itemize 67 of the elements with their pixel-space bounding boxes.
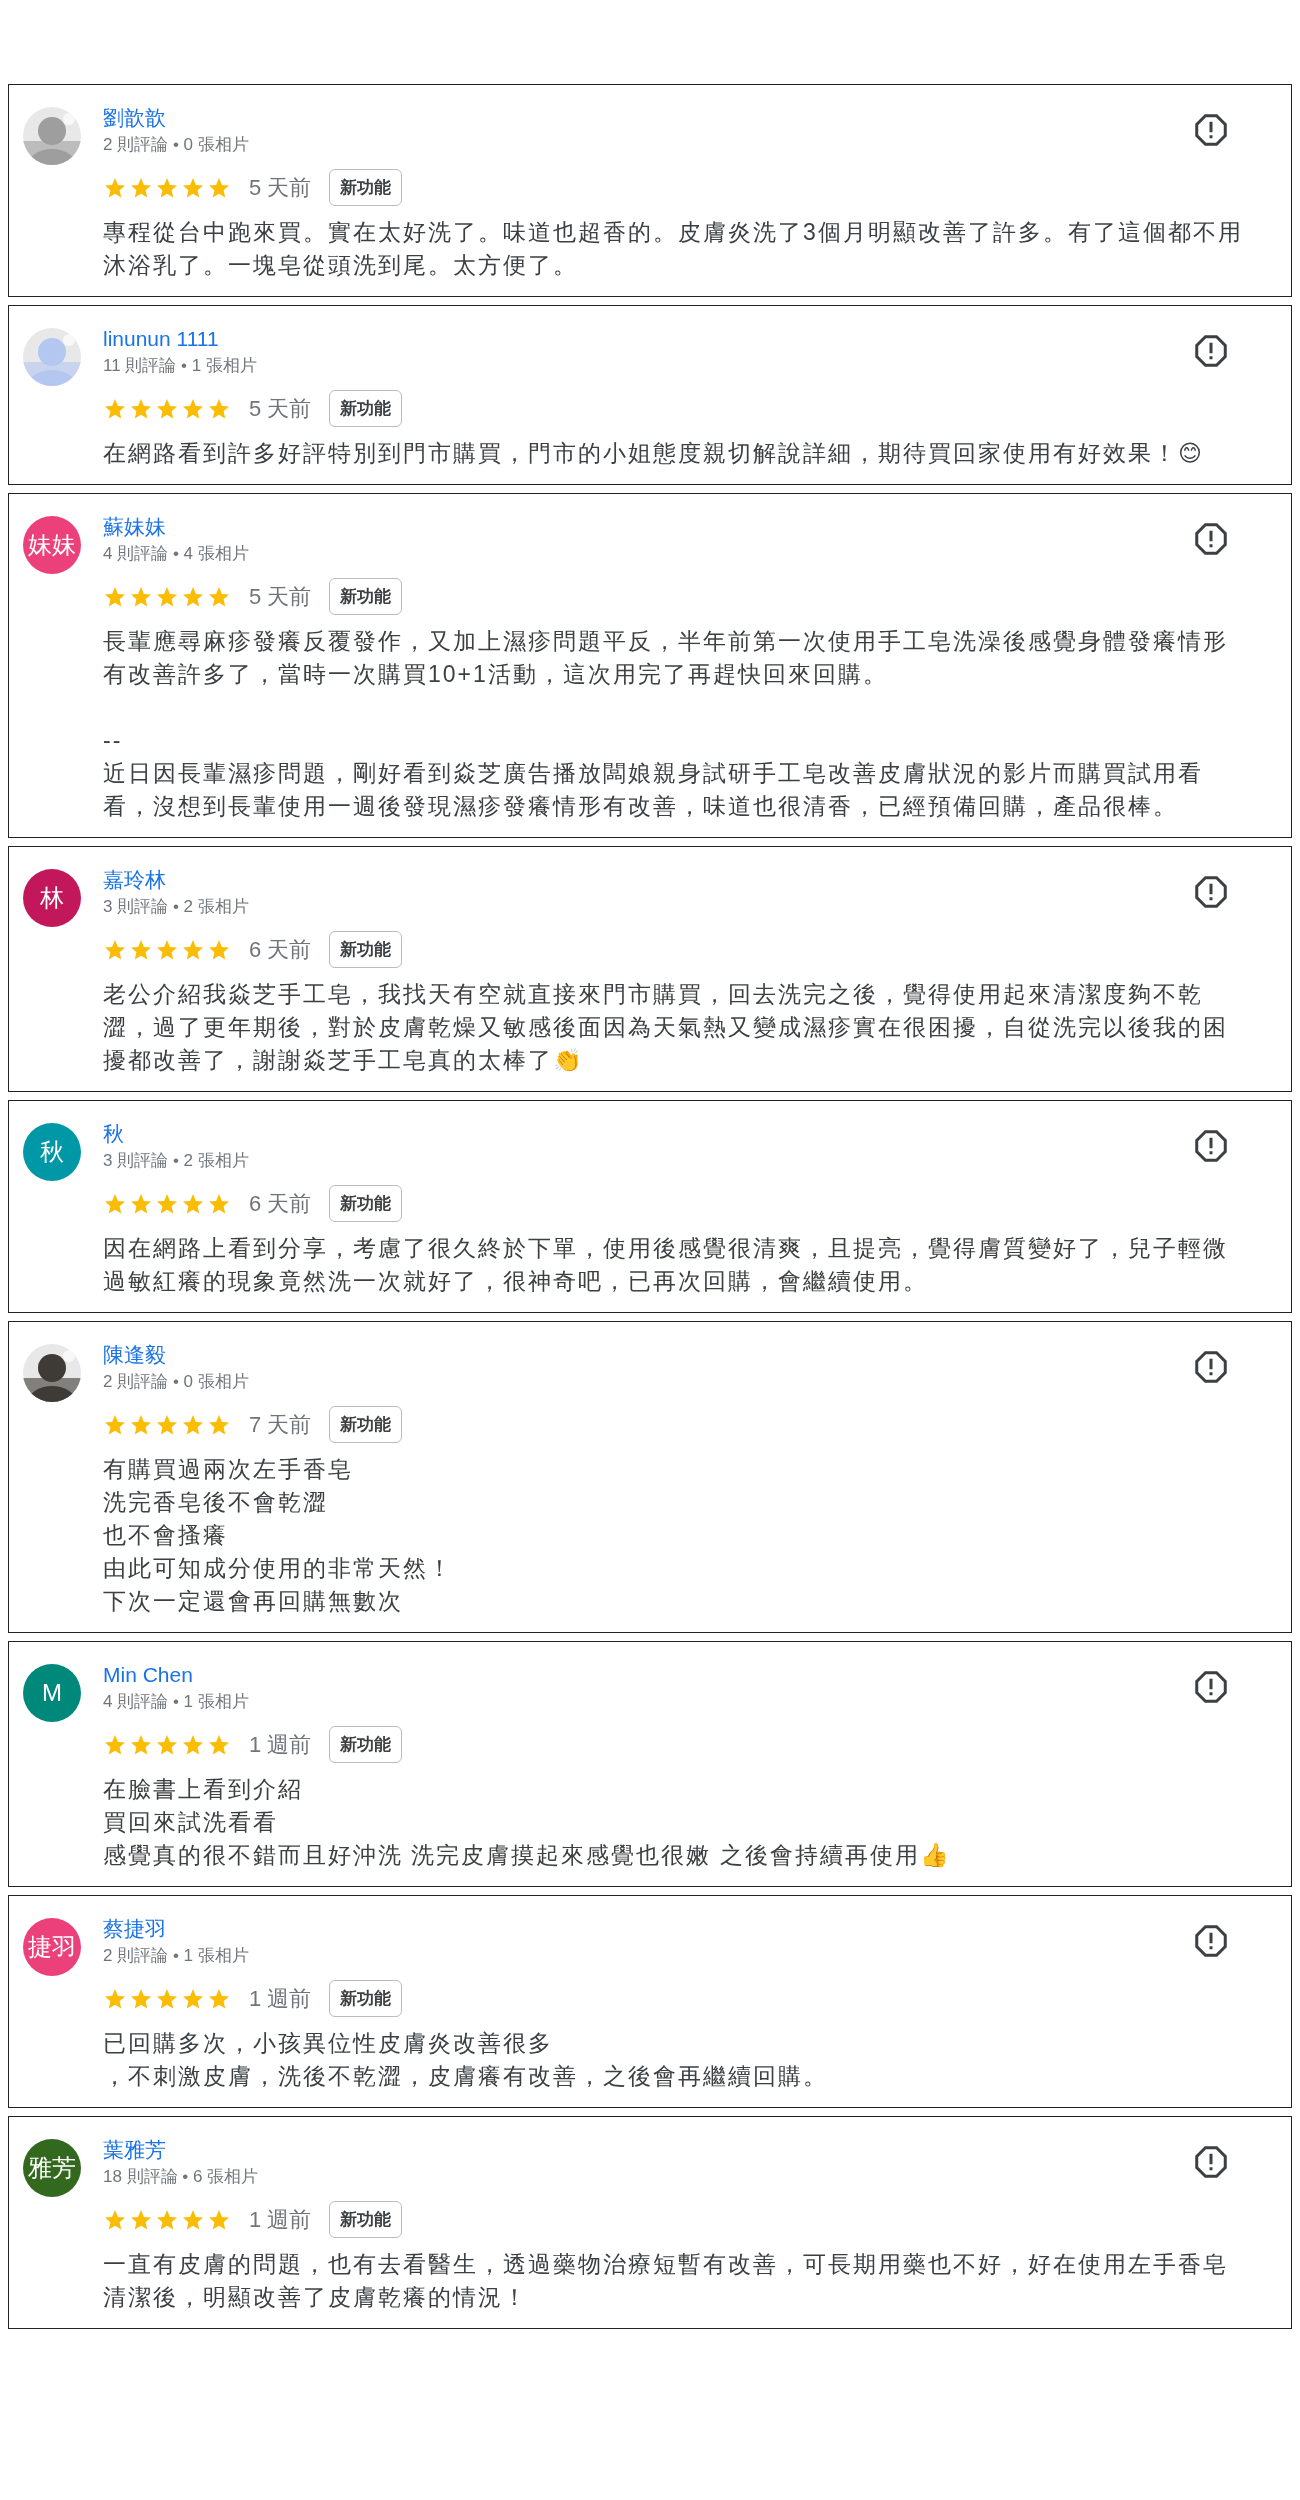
review-text: 老公介紹我焱芝手工皂，我找天有空就直接來門市購買，回去洗完之後，覺得使用起來清潔度夠不乾澀，過了更年期後，對於皮膚乾燥又敏感後面因為天氣熱又變成濕疹實在很困擾，自從洗完以後我的困擾都改善了，謝謝焱芝手工皂真的太棒了👏 xyxy=(103,980,1229,1075)
report-icon[interactable] xyxy=(1193,1923,1229,1959)
new-feature-button[interactable]: 新功能 xyxy=(329,2201,403,2238)
review-text: 一直有皮膚的問題，也有去看醫生，透過藥物治療短暫有改善，可長期用藥也不好，好在使用左手香皂清潔後，明顯改善了皮膚乾癢的情況！ xyxy=(103,2250,1229,2312)
review-text: 洗完香皂後不會乾澀 xyxy=(103,1488,329,1517)
review-text: 長輩應尋麻疹發癢反覆發作，又加上濕疹問題平反，半年前第一次使用手工皂洗澡後感覺身體發癢情形有改善許多了，當時一次購買10+1活動，這次用完了再趕快回來回購。 -- 近日因長輩濕疹問題，剛好看到焱芝廣告播放闆娘親身試研手工皂改善皮膚狀況的影片而購買試用看看，沒想到長輩使用一週後發現濕疹發癢情形有改善，味道也很清香，已經預備回購，產品很棒。 xyxy=(103,627,1229,821)
review-time: 5 天前 xyxy=(249,394,312,423)
review-text: 也不會搔癢 xyxy=(103,1521,229,1550)
review-text: 專程從台中跑來買。實在太好洗了。味道也超香的。皮膚炎洗了3個月明顯改善了許多。有了這個都不用沐浴乳了。一塊皂從頭洗到尾。太方便了。 xyxy=(103,218,1243,280)
report-icon[interactable] xyxy=(1193,874,1229,910)
review-time: 6 天前 xyxy=(249,1189,312,1218)
review-text: 因在網路上看到分享，考慮了很久終於下單，使用後感覺很清爽，且提亮，覺得膚質變好了，兒子輕微過敏紅癢的現象竟然洗一次就好了，很神奇吧，已再次回購，會繼續使用。 xyxy=(103,1234,1229,1296)
reviewer-name[interactable]: 蔡捷羽 xyxy=(103,1914,166,1944)
review-time: 1 週前 xyxy=(249,1730,312,1759)
reviewer-name[interactable]: 劉歆歆 xyxy=(103,103,166,133)
new-feature-button[interactable]: 新功能 xyxy=(329,1185,403,1222)
review-text: 已回購多次，小孩異位性皮膚炎改善很多 xyxy=(103,2029,554,2058)
new-feature-button[interactable]: 新功能 xyxy=(329,1726,403,1763)
new-feature-button[interactable]: 新功能 xyxy=(329,1406,403,1443)
review-time: 7 天前 xyxy=(249,1410,312,1439)
review-text: 在網路看到許多好評特別到門市購買，門市的小姐態度親切解說詳細，期待買回家使用有好效果！😊 xyxy=(103,439,1205,468)
report-icon[interactable] xyxy=(1193,1349,1229,1385)
new-feature-button[interactable]: 新功能 xyxy=(329,169,403,206)
review-stats: 18 則評論 • 6 張相片 xyxy=(103,2166,259,2188)
report-icon[interactable] xyxy=(1193,333,1229,369)
avatar: 捷羽 xyxy=(23,1918,81,1976)
avatar: M xyxy=(23,1664,81,1722)
report-icon[interactable] xyxy=(1193,1669,1229,1705)
review-time: 1 週前 xyxy=(249,1984,312,2013)
reviewer-name[interactable]: 嘉玲林 xyxy=(103,865,166,895)
review-text: 由此可知成分使用的非常天然！ xyxy=(103,1554,454,1583)
review-time: 5 天前 xyxy=(249,173,312,202)
new-feature-button[interactable]: 新功能 xyxy=(329,1980,403,2017)
review-stats: 4 則評論 • 4 張相片 xyxy=(103,543,249,565)
review-stats: 3 則評論 • 2 張相片 xyxy=(103,896,249,918)
review-text: ，不刺激皮膚，洗後不乾澀，皮膚癢有改善，之後會再繼續回購。 xyxy=(103,2062,829,2091)
review-text: 感覺真的很不錯而且好沖洗 洗完皮膚摸起來感覺也很嫩 之後會持續再使用👍 xyxy=(103,1841,952,1870)
new-feature-button[interactable]: 新功能 xyxy=(329,931,403,968)
reviewer-name[interactable]: Min Chen xyxy=(103,1660,193,1690)
avatar: 雅芳 xyxy=(23,2139,81,2197)
review-text: 買回來試洗看看 xyxy=(103,1808,279,1837)
review-time: 5 天前 xyxy=(249,582,312,611)
review-stats: 3 則評論 • 2 張相片 xyxy=(103,1150,249,1172)
report-icon[interactable] xyxy=(1193,1128,1229,1164)
review-time: 1 週前 xyxy=(249,2205,312,2234)
review-stats: 2 則評論 • 0 張相片 xyxy=(103,1371,249,1393)
reviewer-name[interactable]: 秋 xyxy=(103,1119,124,1149)
review-text: 有購買過兩次左手香皂 xyxy=(103,1455,354,1484)
report-icon[interactable] xyxy=(1193,2144,1229,2180)
new-feature-button[interactable]: 新功能 xyxy=(329,578,403,615)
reviewer-name[interactable]: 陳逢毅 xyxy=(103,1340,166,1370)
review-text: 在臉書上看到介紹 xyxy=(103,1775,304,1804)
new-feature-button[interactable]: 新功能 xyxy=(329,390,403,427)
reviewer-name[interactable]: 蘇妹妹 xyxy=(103,512,166,542)
review-stats: 4 則評論 • 1 張相片 xyxy=(103,1691,249,1713)
avatar: 秋 xyxy=(23,1123,81,1181)
report-icon[interactable] xyxy=(1193,521,1229,557)
review-text: 下次一定還會再回購無數次 xyxy=(103,1587,404,1616)
review-stats: 2 則評論 • 1 張相片 xyxy=(103,1945,249,1967)
avatar: 林 xyxy=(23,869,81,927)
reviewer-name[interactable]: linunun 1111 xyxy=(103,324,219,354)
review-time: 6 天前 xyxy=(249,935,312,964)
avatar: 妹妹 xyxy=(23,516,81,574)
report-icon[interactable] xyxy=(1193,112,1229,148)
review-stats: 2 則評論 • 0 張相片 xyxy=(103,134,249,156)
review-stats: 11 則評論 • 1 張相片 xyxy=(103,355,257,377)
reviewer-name[interactable]: 葉雅芳 xyxy=(103,2135,166,2165)
